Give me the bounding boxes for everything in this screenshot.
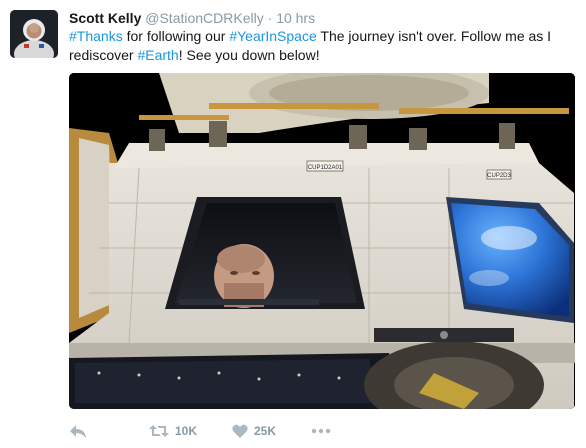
reply-button[interactable] xyxy=(69,422,87,440)
tweet: Scott Kelly @StationCDRKelly · 10 hrs #T… xyxy=(0,0,586,448)
avatar[interactable] xyxy=(10,10,58,58)
tweet-timestamp[interactable]: 10 hrs xyxy=(276,10,315,26)
cupola-photo: CUP1D2A01 CUP2D3 xyxy=(69,73,575,409)
like-count: 25K xyxy=(254,424,277,438)
more-icon xyxy=(311,428,331,434)
panel-label: CUP1D2A01 xyxy=(308,165,343,171)
retweet-count: 10K xyxy=(175,424,198,438)
retweet-button[interactable]: 10K xyxy=(149,422,197,440)
tweet-text-segment: for following our xyxy=(122,28,230,44)
tweet-header: Scott Kelly @StationCDRKelly · 10 hrs xyxy=(69,9,315,27)
tweet-text-segment: ! See you down below! xyxy=(178,47,320,63)
astronaut-avatar-image xyxy=(10,10,58,58)
user-name[interactable]: Scott Kelly xyxy=(69,10,141,26)
tweet-photo[interactable]: CUP1D2A01 CUP2D3 xyxy=(69,73,575,409)
hashtag-link[interactable]: #Earth xyxy=(137,47,178,63)
like-button[interactable]: 25K xyxy=(232,422,276,440)
retweet-icon xyxy=(149,425,169,437)
more-button[interactable] xyxy=(311,422,331,440)
hashtag-link[interactable]: #Thanks xyxy=(69,28,123,44)
tweet-actions: 10K 25K xyxy=(69,422,369,440)
user-handle[interactable]: @StationCDRKelly xyxy=(145,10,263,26)
time-separator: · xyxy=(267,10,273,26)
tweet-text: #Thanks for following our #YearInSpace T… xyxy=(69,27,574,65)
panel-label: CUP2D3 xyxy=(487,173,511,179)
reply-icon xyxy=(70,425,86,438)
like-icon xyxy=(232,424,248,438)
hashtag-link[interactable]: #YearInSpace xyxy=(229,28,316,44)
